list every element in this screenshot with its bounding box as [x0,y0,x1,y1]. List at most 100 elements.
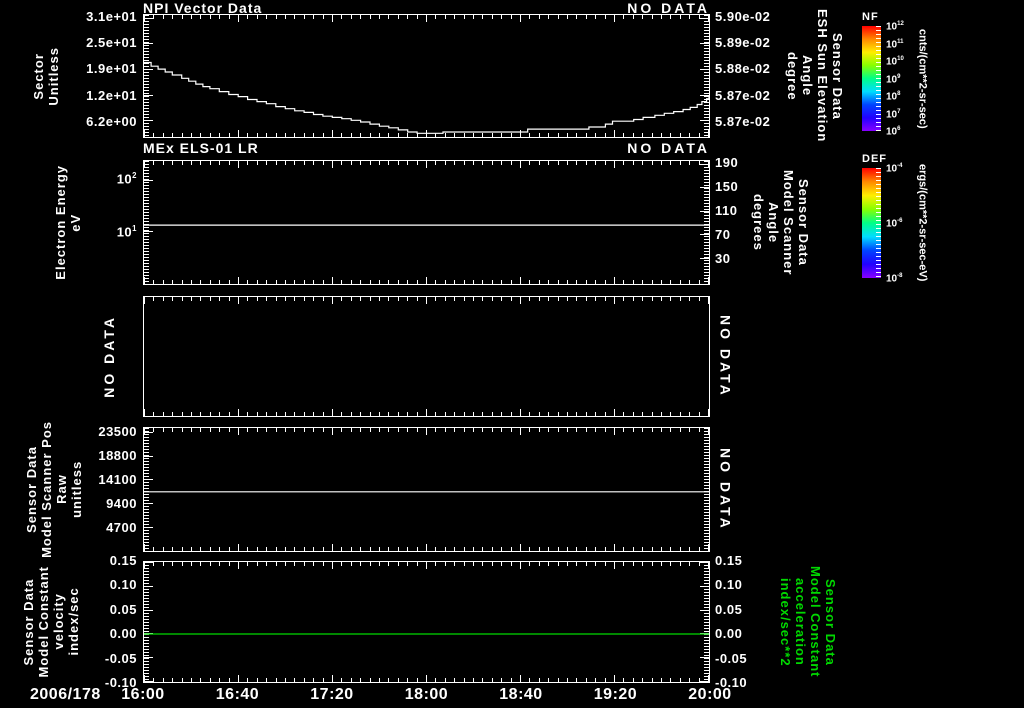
right-axis-label-block: Sensor Data ESH Sun Elevation Angle degree [785,9,845,142]
x-tick [539,412,540,416]
x-tick [576,297,577,301]
colorbar-tick-label: 1011 [886,38,904,50]
x-tick [417,412,418,416]
right-no-data-block: NO DATA [714,427,736,552]
x-tick [144,409,145,416]
x-tick [379,412,380,416]
x-tick [332,409,333,416]
x-tick [426,409,427,416]
x-tick [501,297,502,301]
no-data-label: NO DATA [717,448,734,531]
x-tick [370,412,371,416]
right-axis-label: Sensor Data Model Scanner Angle degrees [751,169,811,276]
panel-1-frame [143,14,710,138]
x-tick [454,297,455,301]
right-axis-label-block: Sensor Data Model Scanner Angle degrees [751,160,811,285]
x-tick [558,412,559,416]
colorbar-tick-label: 107 [886,108,901,120]
y-tick-label: 3.1e+01 [86,8,137,24]
x-tick [398,412,399,416]
colorbar-tick-label: 109 [886,73,901,85]
panel-1-series-plot [144,61,709,134]
y-tick-label: 2.5e+01 [86,35,137,51]
x-tick [285,297,286,301]
colorbar-title: NF [862,11,879,23]
x-tick [304,412,305,416]
x-tick [191,297,192,301]
x-tick [492,412,493,416]
panel-5-series-plot [144,633,709,635]
x-tick [482,412,483,416]
x-tick [670,412,671,416]
y-tick-label: 1.9e+01 [86,61,137,77]
x-tick [266,412,267,416]
x-tick [605,297,606,301]
x-tick [182,412,183,416]
x-tick [360,297,361,301]
x-tick [576,412,577,416]
x-tick [163,412,164,416]
x-tick [623,412,624,416]
x-tick [586,412,587,416]
x-tick [247,297,248,301]
colorbar-tick-label: 108 [886,91,901,103]
x-tick [219,297,220,301]
y-axis-label: Sensor Data Model Constant velocity index/s… [21,566,81,678]
x-tick [153,297,154,301]
x-tick [529,412,530,416]
x-tick [595,412,596,416]
x-tick [623,297,624,301]
y-axis-label-block: Sensor Data Model Constant velocity index/s… [20,561,82,683]
x-tick [182,297,183,301]
plot-screen: NPI Vector Data NO DATA MEx ELS-01 LR NO… [0,0,1024,708]
time-tick-label: 19:20 [593,686,638,703]
x-tick [153,412,154,416]
x-tick [652,412,653,416]
x-tick [699,297,700,301]
panel-4-series-plot [144,491,709,493]
x-tick [708,409,709,416]
x-tick [313,412,314,416]
x-tick [276,297,277,301]
x-tick [257,297,258,301]
x-tick [351,297,352,301]
right-axis-label: Sensor Data ESH Sun Elevation Angle degree [785,9,845,143]
x-tick [689,297,690,301]
x-tick [661,297,662,301]
x-tick [642,412,643,416]
x-tick [388,412,389,416]
panel-5-frame [143,561,710,683]
colorbar-unit-label: cnts/(cm**2-sr-sec) [916,28,929,129]
y-axis-label-block: Sector Unitless [28,14,64,138]
x-tick [210,412,211,416]
x-tick [266,297,267,301]
colorbar-nf [862,26,881,131]
x-tick [520,409,521,416]
x-tick [351,412,352,416]
x-tick [652,297,653,301]
x-tick [661,412,662,416]
x-tick [332,297,333,304]
x-tick [388,297,389,301]
colorbar-tick-label: 1012 [886,21,904,33]
colorbar-minor-ticks [876,168,881,278]
panel-4-frame [143,427,710,552]
x-tick [294,412,295,416]
x-tick [172,297,173,301]
x-tick [633,412,634,416]
x-tick [670,297,671,301]
right-no-data-block: NO DATA [714,296,736,417]
x-tick [464,297,465,301]
x-tick [539,297,540,301]
x-tick [680,412,681,416]
x-tick [605,412,606,416]
y-axis-label-block: Sensor Data Model Scanner Pos Raw unitless [24,421,84,558]
panel-2-series-plot [144,224,709,226]
time-tick-label: 20:00 [688,686,732,703]
x-tick [360,412,361,416]
x-tick [558,297,559,301]
x-tick [257,412,258,416]
panel-2-title: MEx ELS-01 LR [143,140,259,156]
x-tick [511,297,512,301]
x-tick [172,412,173,416]
